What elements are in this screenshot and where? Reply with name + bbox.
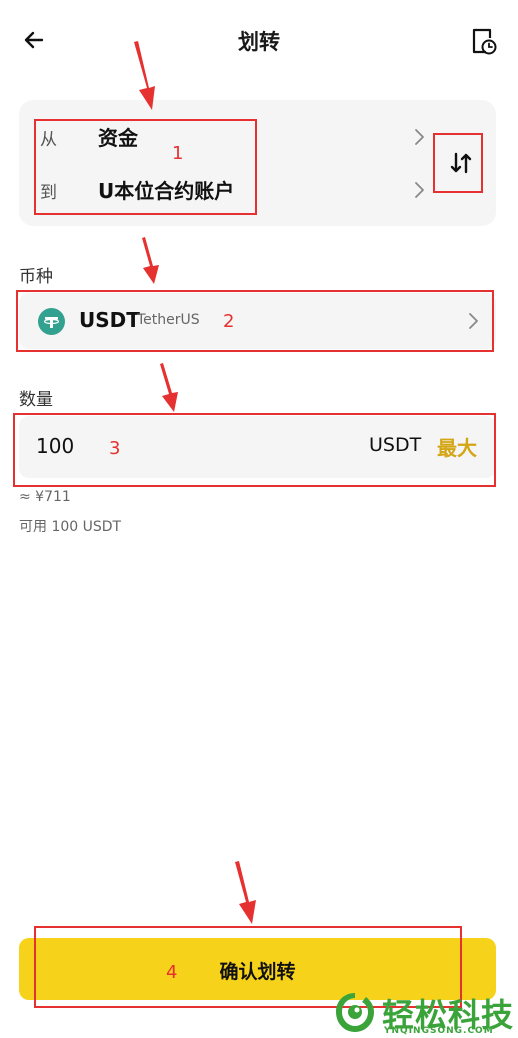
coin-section-label: 币种 <box>19 267 53 287</box>
chevron-right-icon <box>415 182 424 198</box>
chevron-right-icon <box>415 129 424 145</box>
annotation-arrow-4 <box>235 861 256 924</box>
annotation-box-3 <box>13 413 496 487</box>
watermark-logo-icon <box>336 993 374 1032</box>
annotation-arrow-3 <box>160 363 178 412</box>
watermark-subtext: YNQINGSONG.COM <box>384 1026 494 1036</box>
annotation-box-1 <box>34 119 257 215</box>
amount-section-label: 数量 <box>19 390 53 410</box>
annotation-number-1: 1 <box>172 143 184 164</box>
approx-value: ≈ ¥711 <box>19 489 71 505</box>
annotation-box-2 <box>16 290 494 352</box>
annotation-number-2: 2 <box>223 311 235 332</box>
page-title: 划转 <box>238 30 280 54</box>
annotation-arrow-1 <box>134 41 155 110</box>
annotation-arrow-2 <box>142 237 159 284</box>
annotation-number-4: 4 <box>166 962 178 983</box>
available-balance: 可用 100 USDT <box>19 519 122 535</box>
annotation-number-3: 3 <box>109 438 121 459</box>
history-icon[interactable] <box>470 26 498 56</box>
annotation-box-swap <box>433 133 483 193</box>
